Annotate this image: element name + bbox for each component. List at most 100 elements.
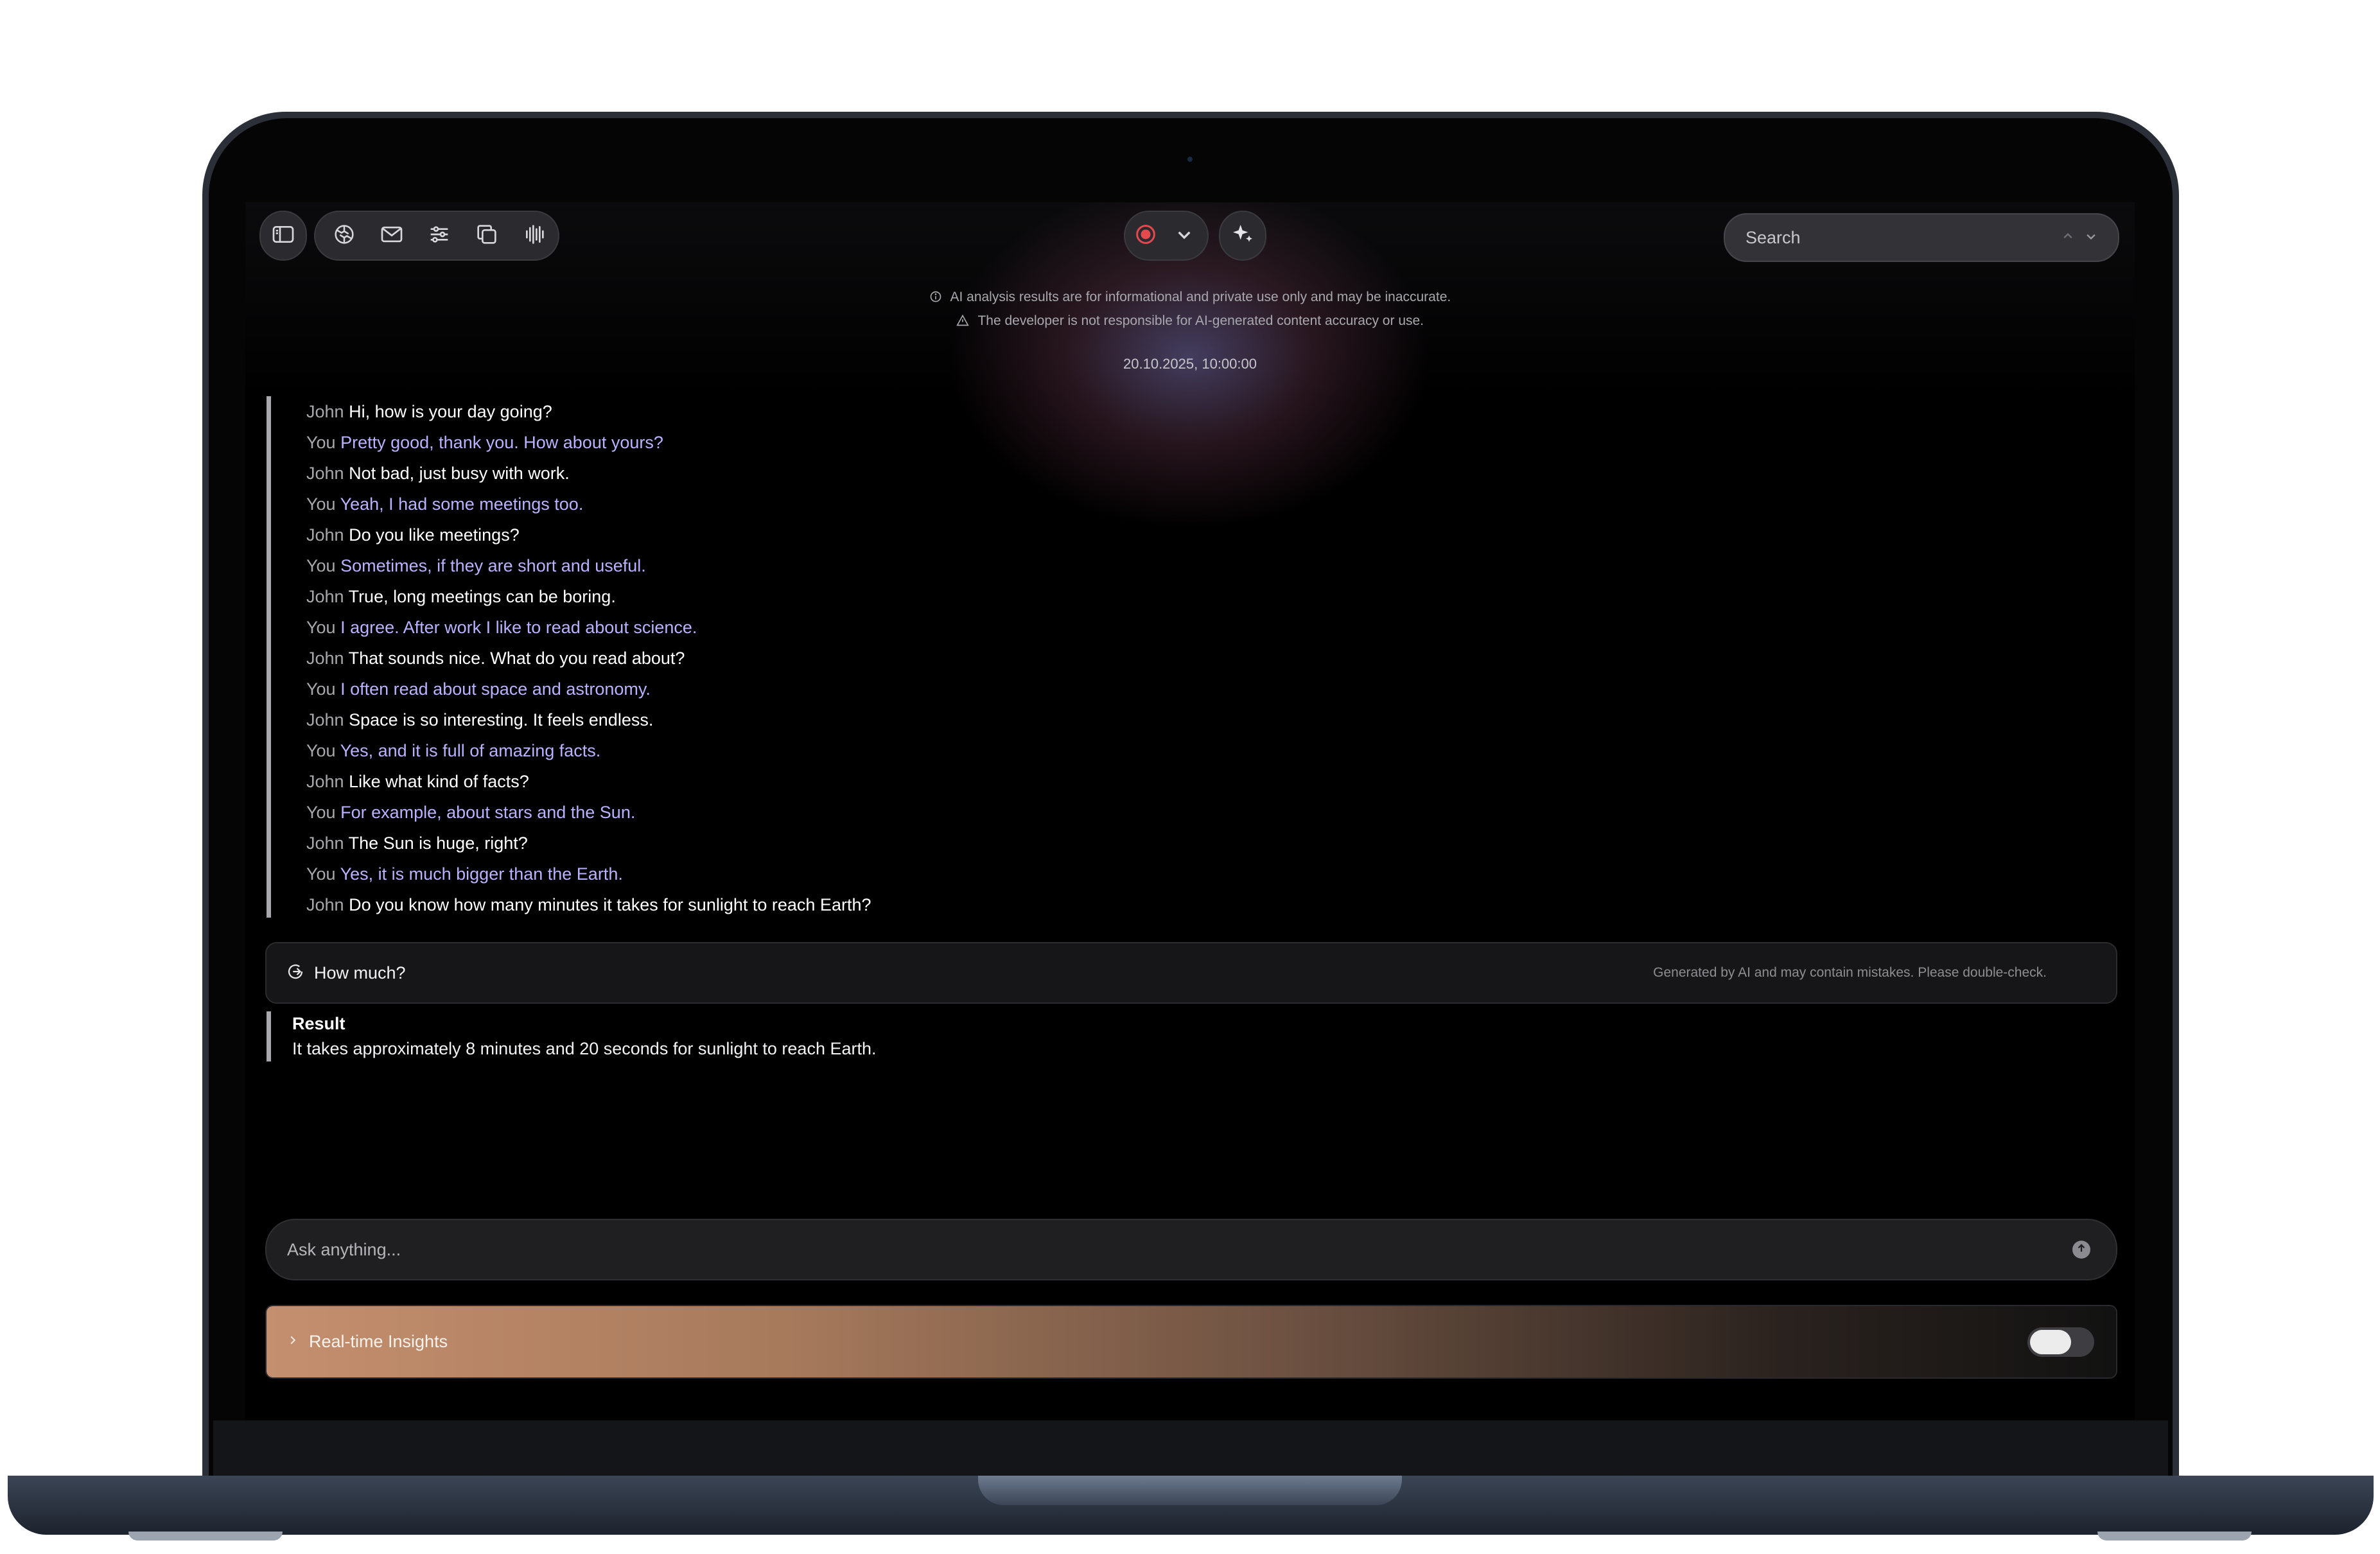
ai-sparkle-button[interactable] (1219, 211, 1266, 261)
speaker-name: You (306, 803, 336, 822)
message-text: For example, about stars and the Sun. (340, 803, 636, 822)
speaker-name: John (306, 772, 344, 791)
search-box (1724, 213, 2119, 262)
speaker-name: John (306, 525, 344, 545)
chevron-up-icon[interactable] (2059, 227, 2077, 249)
message-text: I often read about space and astronomy. (340, 679, 651, 699)
transcript-line: You I often read about space and astrono… (271, 674, 1491, 704)
speaker-name: You (306, 679, 336, 699)
speaker-name: You (306, 494, 336, 514)
transcript-line: You Sometimes, if they are short and use… (271, 550, 1491, 581)
transcript-line: John Do you like meetings? (271, 519, 1491, 550)
speaker-name: You (306, 618, 336, 637)
speaker-name: John (306, 834, 344, 853)
message-text: The Sun is huge, right? (348, 834, 528, 853)
record-icon (1133, 222, 1159, 250)
message-text: Do you know how many minutes it takes fo… (349, 895, 871, 914)
sparkle-icon (1230, 222, 1256, 250)
chevron-right-icon (286, 1333, 300, 1350)
transcript-line: John The Sun is huge, right? (271, 828, 1491, 859)
speaker-name: You (306, 864, 336, 884)
record-button[interactable] (1125, 212, 1166, 259)
message-text: Pretty good, thank you. How about yours? (340, 433, 663, 452)
question-text: How much? (314, 963, 406, 982)
transcript-line: John Space is so interesting. It feels e… (271, 704, 1491, 735)
laptop-foot-left (128, 1532, 283, 1541)
mail-button[interactable] (368, 212, 416, 259)
message-text: Yes, it is much bigger than the Earth. (340, 864, 623, 884)
copy-icon (474, 222, 500, 250)
waveform-icon (521, 222, 547, 250)
message-text: Not bad, just busy with work. (349, 464, 570, 483)
sidebar-icon (270, 222, 296, 250)
audio-button[interactable] (511, 212, 558, 259)
insights-bar[interactable]: Real-time Insights (267, 1306, 2116, 1377)
speaker-name: You (306, 433, 336, 452)
message-text: Like what kind of facts? (349, 772, 529, 791)
transcript-line: You I agree. After work I like to read a… (271, 612, 1491, 643)
record-control (1124, 211, 1209, 261)
message-text: Sometimes, if they are short and useful. (340, 556, 646, 575)
result-block: Result It takes approximately 8 minutes … (267, 1011, 877, 1061)
ai-warning-note: Generated by AI and may contain mistakes… (1653, 965, 2047, 980)
transcript-line: You Yeah, I had some meetings too. (271, 489, 1491, 519)
arrow-up-icon (2076, 1243, 2087, 1257)
transcript-line: John Hi, how is your day going? (271, 396, 1491, 427)
send-button[interactable] (2072, 1241, 2090, 1259)
mail-icon (379, 222, 405, 250)
sliders-icon (426, 222, 452, 250)
result-title: Result (292, 1014, 346, 1033)
openai-button[interactable] (320, 212, 368, 259)
laptop-chin (213, 1420, 2168, 1478)
transcript: John Hi, how is your day going? You Pret… (267, 396, 1491, 918)
transcript-line: John True, long meetings can be boring. (271, 581, 1491, 612)
chevron-down-icon (1171, 222, 1197, 250)
speaker-name: John (306, 649, 344, 668)
message-text: Space is so interesting. It feels endles… (349, 710, 654, 729)
insights-label: Real-time Insights (309, 1332, 448, 1351)
message-text: True, long meetings can be boring. (348, 587, 616, 606)
speaker-name: You (306, 556, 336, 575)
top-bar: AI analysis results are for informationa… (245, 202, 2135, 536)
chevron-down-icon[interactable] (2082, 227, 2100, 249)
message-text: That sounds nice. What do you read about… (348, 649, 685, 668)
sidebar-toggle-button[interactable] (259, 211, 307, 261)
hand-pointer-icon (286, 962, 305, 984)
toggle-knob (2030, 1329, 2071, 1354)
transcript-line: John Not bad, just busy with work. (271, 458, 1491, 489)
record-options-button[interactable] (1166, 212, 1202, 259)
transcript-line: You Pretty good, thank you. How about yo… (271, 427, 1491, 458)
transcript-line: John Like what kind of facts? (271, 766, 1491, 797)
warning-icon (956, 313, 977, 328)
insights-panel: Real-time Insights (265, 1305, 2117, 1379)
question-card[interactable]: How much? Generated by AI and may contai… (265, 942, 2117, 1004)
disclaimer-line: The developer is not responsible for AI-… (245, 313, 2135, 329)
message-text: Do you like meetings? (349, 525, 520, 545)
info-icon (929, 290, 950, 304)
transcript-line: You Yes, and it is full of amazing facts… (271, 735, 1491, 766)
insights-toggle[interactable] (2027, 1327, 2094, 1357)
disclaimer-warning-text: The developer is not responsible for AI-… (977, 313, 1424, 328)
transcript-line: You Yes, it is much bigger than the Eart… (271, 859, 1491, 889)
laptop-foot-right (2097, 1532, 2252, 1541)
disclaimer-info-text: AI analysis results are for informationa… (950, 290, 1451, 304)
transcript-line: You For example, about stars and the Sun… (271, 797, 1491, 828)
transcript-line: John Do you know how many minutes it tak… (271, 889, 1491, 920)
speaker-name: John (306, 710, 344, 729)
transcript-line: John That sounds nice. What do you read … (271, 643, 1491, 674)
laptop-notch (978, 1476, 1402, 1505)
message-text: I agree. After work I like to read about… (340, 618, 697, 637)
settings-button[interactable] (416, 212, 463, 259)
copy-button[interactable] (463, 212, 511, 259)
tool-group (314, 211, 559, 261)
speaker-name: John (306, 464, 344, 483)
search-input[interactable] (1725, 227, 2059, 249)
ask-bar (265, 1219, 2117, 1280)
result-text: It takes approximately 8 minutes and 20 … (292, 1039, 877, 1058)
message-text: Yes, and it is full of amazing facts. (340, 741, 601, 760)
openai-icon (331, 222, 357, 250)
speaker-name: John (306, 402, 344, 421)
ask-input[interactable] (267, 1239, 2072, 1261)
session-timestamp: 20.10.2025, 10:00:00 (1123, 356, 1257, 372)
speaker-name: John (306, 895, 344, 914)
